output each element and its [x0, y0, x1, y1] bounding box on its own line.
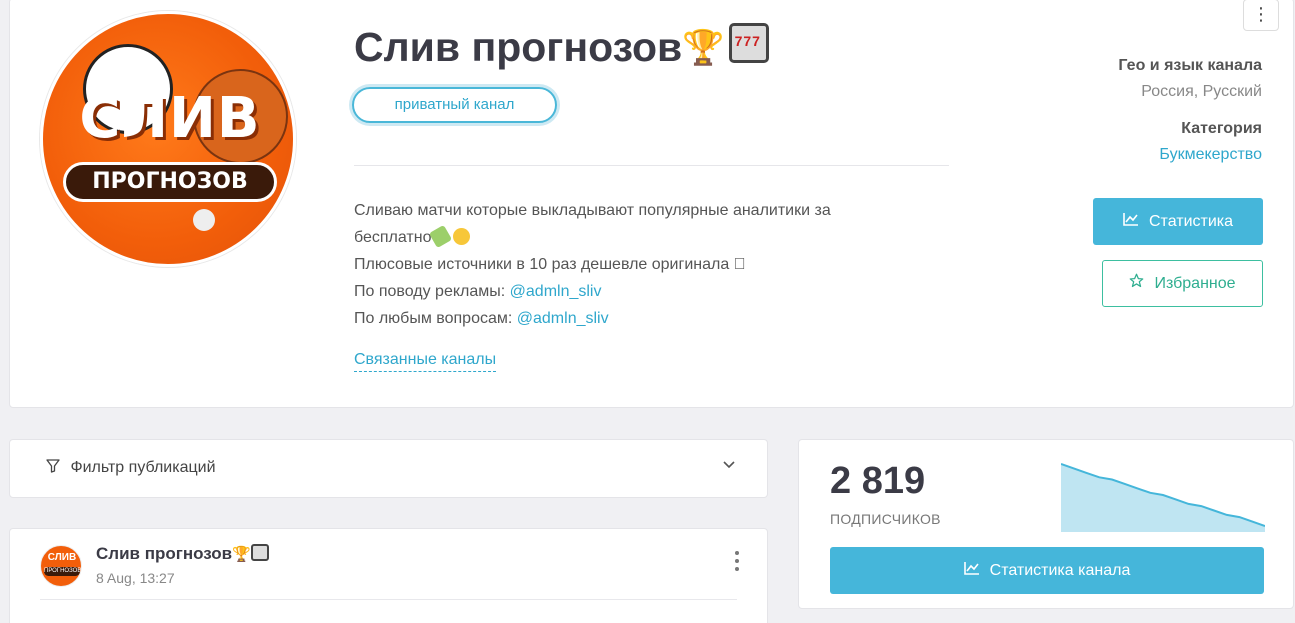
channel-description: Сливаю матчи которые выкладывают популяр…: [354, 197, 954, 332]
description-line-5: По любым вопросам: @admln_sliv: [354, 310, 609, 327]
favorite-button[interactable]: Избранное: [1102, 260, 1263, 307]
channel-avatar: СЛИВ ПРОГНОЗОВ: [40, 11, 296, 267]
description-line-2: бесплатно: [354, 224, 954, 251]
channel-header-card: СЛИВ ПРОГНОЗОВ Слив прогнозов🏆 приватный…: [9, 0, 1294, 408]
chevron-down-icon[interactable]: [723, 456, 735, 472]
header-divider: [354, 165, 949, 166]
publication-filter[interactable]: Фильтр публикаций: [9, 439, 768, 498]
related-channels-link[interactable]: Связанные каналы: [354, 351, 497, 372]
geo-value: Россия, Русский: [1141, 83, 1262, 100]
admin-link-questions[interactable]: @admln_sliv: [517, 310, 609, 327]
star-icon: [1129, 261, 1144, 306]
description-line-3: Плюсовые источники в 10 раз дешевле ориг…: [354, 256, 746, 273]
category-value[interactable]: Букмекерство: [1159, 146, 1262, 164]
post-author[interactable]: Слив прогнозов🏆: [96, 544, 269, 564]
description-line-4: По поводу рекламы: @admln_sliv: [354, 283, 602, 300]
channel-title-text: Слив прогнозов: [354, 24, 683, 70]
post-kebab-menu-icon[interactable]: [735, 551, 741, 575]
avatar-logo-bottom: ПРОГНОЗОВ: [63, 162, 277, 202]
post-divider: [40, 599, 737, 600]
slot-machine-icon: [728, 23, 769, 63]
admin-link-ads[interactable]: @admln_sliv: [510, 283, 602, 300]
category-label: Категория: [1181, 120, 1262, 137]
subscribers-card: 2 819 ПОДПИСЧИКОВ Статистика канала: [798, 439, 1294, 609]
description-line-1: Сливаю матчи которые выкладывают популяр…: [354, 202, 831, 219]
golf-ball-icon: [193, 209, 215, 231]
slot-machine-icon: [250, 544, 269, 561]
private-channel-badge: приватный канал: [352, 87, 557, 123]
filter-icon: [46, 459, 70, 476]
chart-line-icon: [1123, 198, 1139, 245]
channel-title: Слив прогнозов🏆: [354, 23, 769, 71]
kebab-menu-icon[interactable]: ⋮: [1243, 0, 1279, 31]
channel-statistics-label: Статистика канала: [989, 562, 1131, 579]
post-card: СЛИВ ПРОГНОЗОВ Слив прогнозов🏆 8 Aug, 13…: [9, 528, 768, 623]
subscribers-sparkline: [1061, 463, 1265, 532]
post-date: 8 Aug, 13:27: [96, 570, 175, 586]
statistics-button-label: Статистика: [1148, 213, 1234, 230]
post-avatar[interactable]: СЛИВ ПРОГНОЗОВ: [40, 545, 82, 587]
statistics-button[interactable]: Статистика: [1093, 198, 1263, 245]
channel-statistics-button[interactable]: Статистика канала: [830, 547, 1264, 594]
favorite-button-label: Избранное: [1154, 275, 1236, 292]
avatar-logo-top: СЛИВ: [79, 86, 261, 151]
filter-label: Фильтр публикаций: [46, 459, 216, 477]
trophy-icon: 🏆: [682, 29, 725, 67]
trophy-icon: 🏆: [232, 546, 251, 563]
geo-label: Гео и язык канала: [1118, 57, 1262, 74]
subscribers-count: 2 819: [830, 460, 926, 502]
smiling-face-icon: [452, 228, 470, 245]
subscribers-label: ПОДПИСЧИКОВ: [830, 511, 941, 527]
chart-line-icon: [963, 547, 980, 594]
